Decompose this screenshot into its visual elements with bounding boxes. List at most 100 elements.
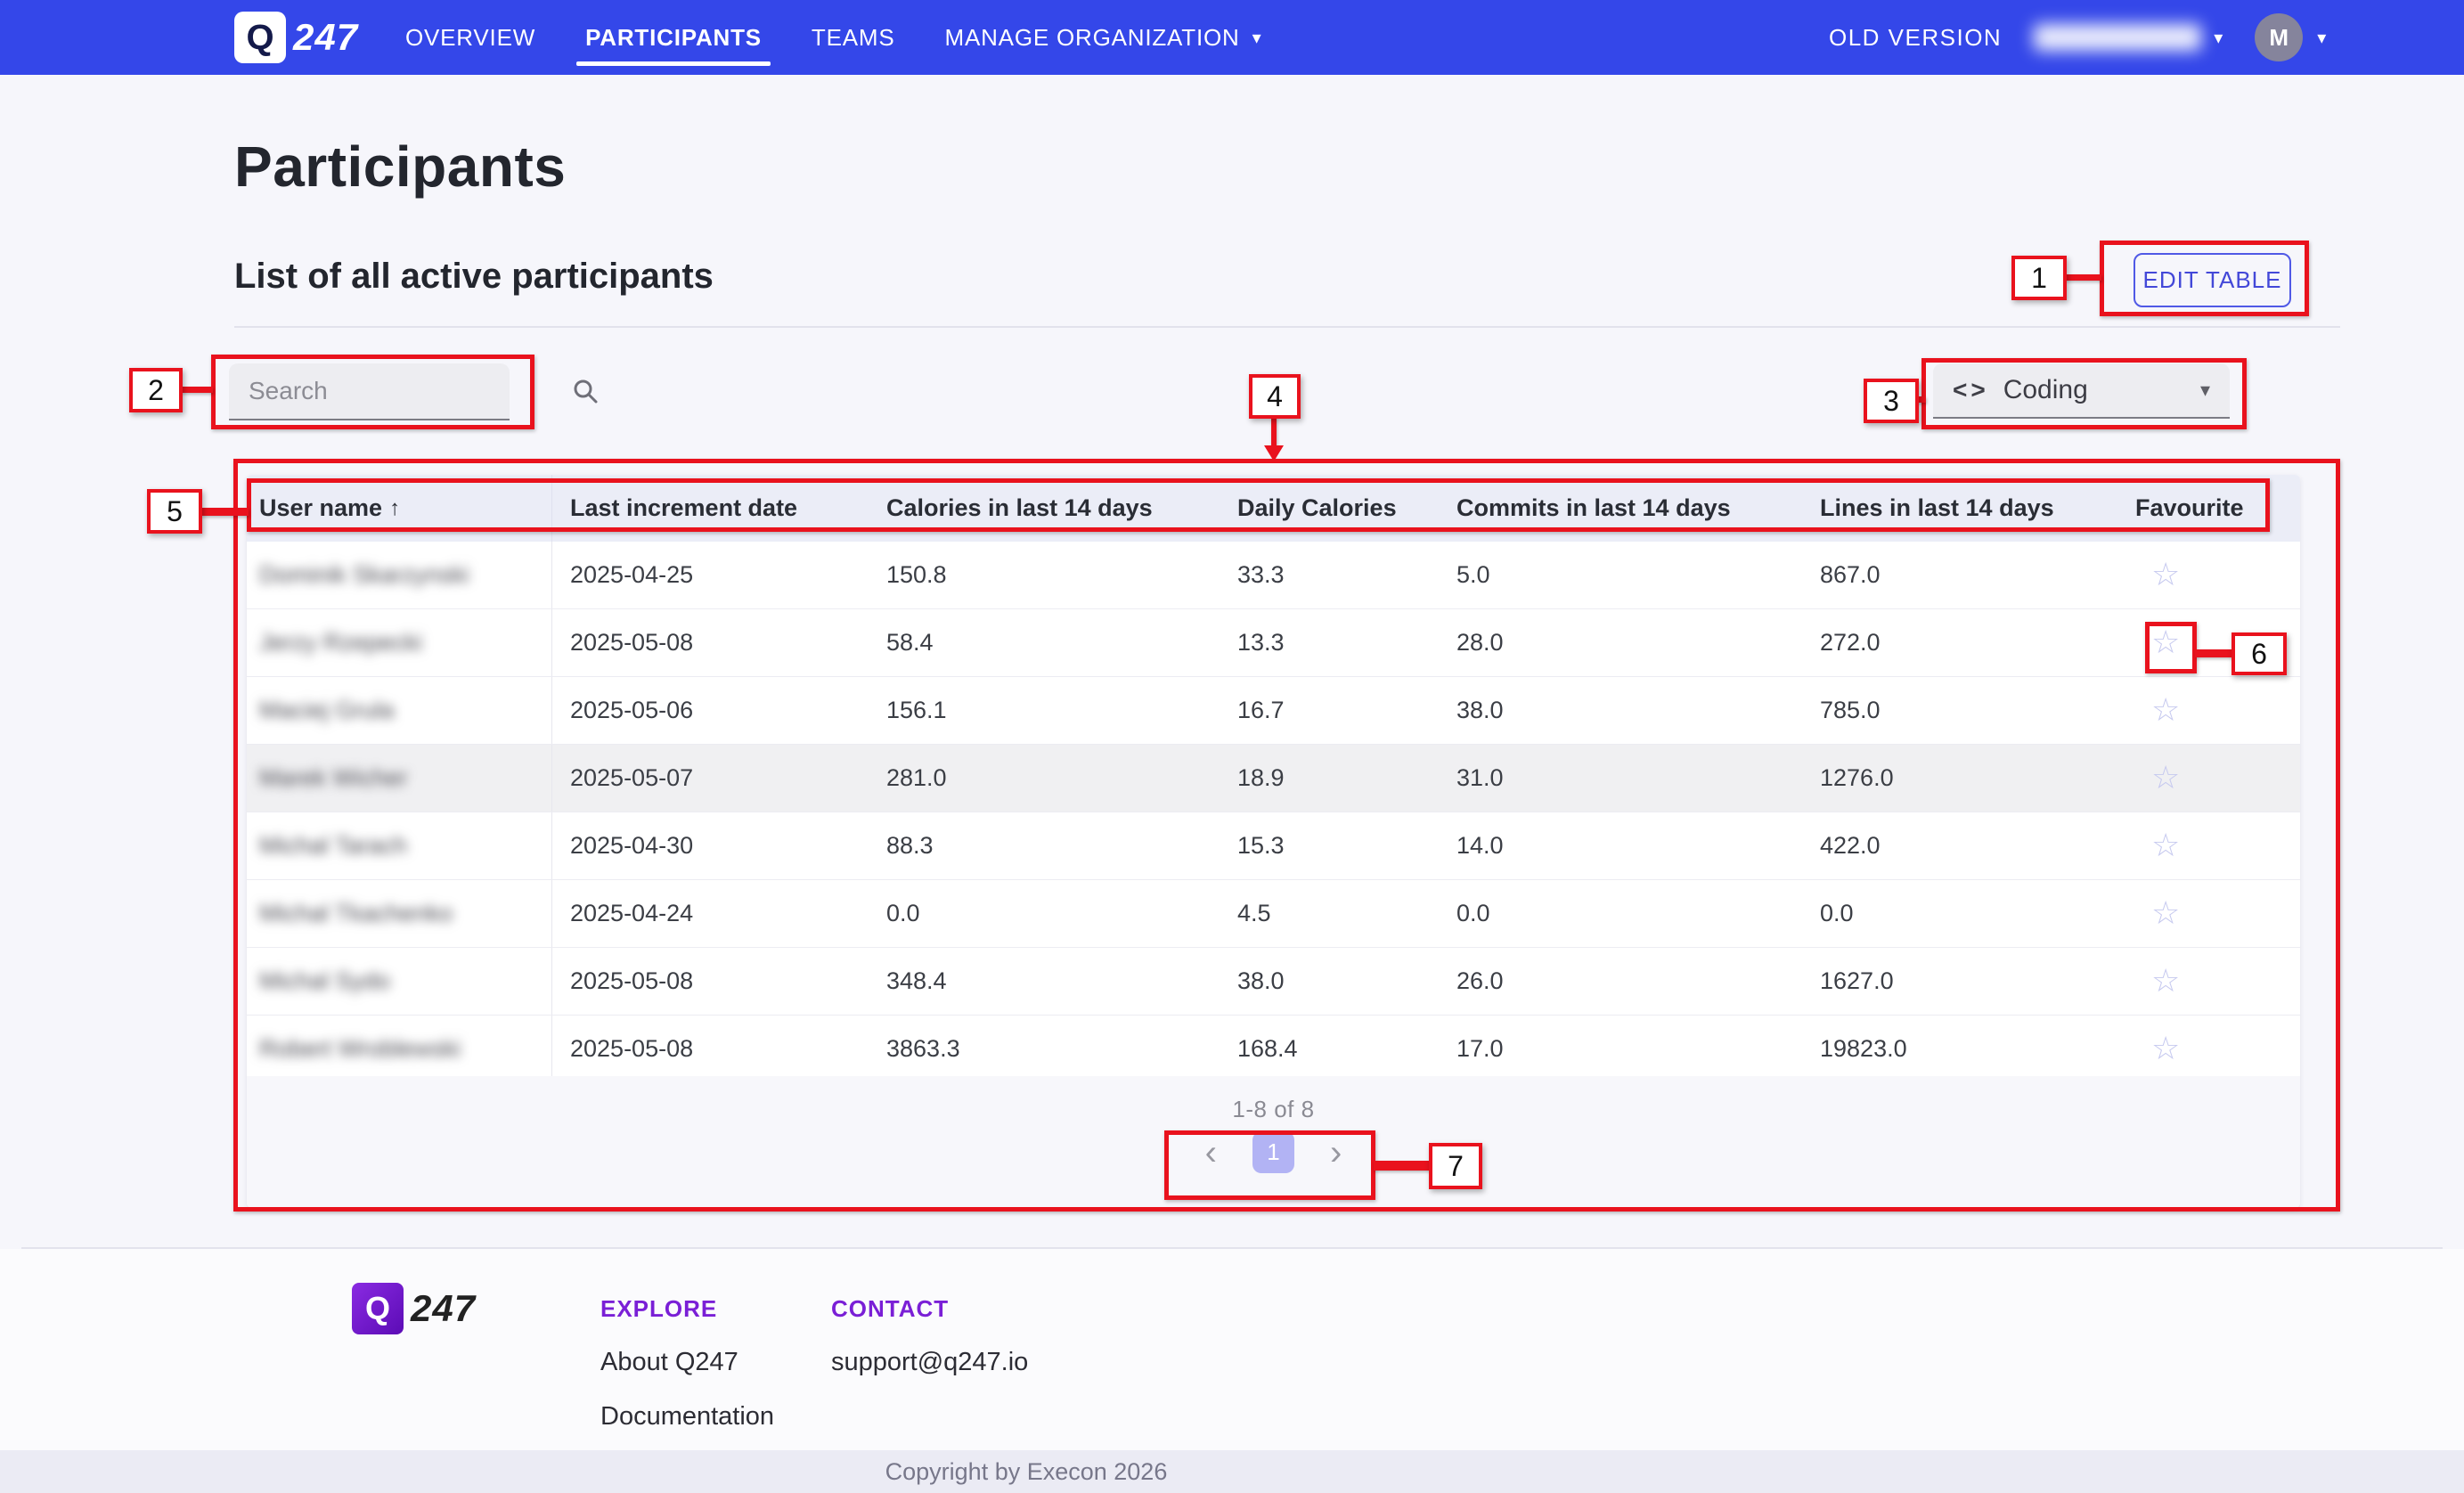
table-row: Michal Tarach 2025-04-30 88.3 15.3 14.0 … [247, 812, 2300, 880]
column-header-daily-calories[interactable]: Daily Calories [1225, 494, 1448, 522]
star-icon[interactable]: ☆ [2151, 626, 2180, 659]
star-icon[interactable]: ☆ [2151, 897, 2180, 930]
participant-name-blurred: Michal Sydo [259, 967, 390, 995]
table-row: Maciej Grula 2025-05-06 156.1 16.7 38.0 … [247, 677, 2300, 745]
annotation-label-4: 4 [1249, 374, 1301, 419]
participant-name-blurred: Marek Wicher [259, 764, 408, 792]
nav-item-teams[interactable]: TEAMS [812, 0, 895, 75]
participant-name-cell: Michal Tkachenko [247, 880, 552, 947]
table-body: Dominik Skarzynski 2025-04-25 150.8 33.3… [247, 542, 2300, 1083]
caret-down-icon: ▾ [2200, 379, 2210, 402]
commits-14d-cell: 14.0 [1448, 832, 1804, 860]
participants-table: User name↑ Last increment date Calories … [247, 475, 2300, 1208]
star-icon[interactable]: ☆ [2151, 694, 2180, 727]
avatar[interactable]: M [2255, 13, 2303, 61]
commits-14d-cell: 38.0 [1448, 697, 1804, 724]
last-increment-date-cell: 2025-04-25 [552, 561, 869, 589]
participant-name-blurred: Michal Tarach [259, 832, 407, 860]
calories-14d-cell: 58.4 [869, 629, 1225, 657]
old-version-link[interactable]: OLD VERSION [1829, 24, 2002, 52]
star-icon[interactable]: ☆ [2151, 1032, 2180, 1065]
daily-calories-cell: 13.3 [1225, 629, 1448, 657]
star-icon[interactable]: ☆ [2151, 762, 2180, 795]
footer-contact-heading: CONTACT [831, 1295, 1028, 1323]
participant-name-cell: Dominik Skarzynski [247, 542, 552, 608]
favourite-cell: ☆ [2125, 762, 2300, 795]
nav-item-label: MANAGE ORGANIZATION [945, 24, 1240, 52]
divider [234, 326, 2340, 328]
section-title: List of all active participants [234, 257, 714, 297]
top-nav: Q 247 OVERVIEW PARTICIPANTS TEAMS MANAGE… [0, 0, 2464, 75]
daily-calories-cell: 16.7 [1225, 697, 1448, 724]
pagination-strip: 1-8 of 8 ‹ 1 › [247, 1076, 2300, 1208]
organization-selector[interactable]: ▾ [2034, 24, 2223, 51]
last-increment-date-cell: 2025-05-08 [552, 1035, 869, 1063]
pagination-range-label: 1-8 of 8 [247, 1096, 2300, 1123]
daily-calories-cell: 33.3 [1225, 561, 1448, 589]
pagination-controls: ‹ 1 › [247, 1131, 2300, 1173]
star-icon[interactable]: ☆ [2151, 829, 2180, 862]
column-header-favourite[interactable]: Favourite [2125, 494, 2300, 522]
participant-name-cell: Jerzy Rzepecki [247, 609, 552, 676]
chevron-right-icon[interactable]: › [1325, 1135, 1347, 1171]
calories-14d-cell: 281.0 [869, 764, 1225, 792]
organization-name-blurred [2034, 24, 2201, 51]
lines-14d-cell: 422.0 [1804, 832, 2125, 860]
column-header-lines-14d[interactable]: Lines in last 14 days [1804, 494, 2125, 522]
participant-name-blurred: Robert Wroblewski [259, 1035, 461, 1063]
column-header-last-increment-date[interactable]: Last increment date [552, 494, 869, 522]
annotation-connector-5 [200, 508, 249, 516]
daily-calories-cell: 38.0 [1225, 967, 1448, 995]
table-row: Marek Wicher 2025-05-07 281.0 18.9 31.0 … [247, 745, 2300, 812]
table-row: Michal Sydo 2025-05-08 348.4 38.0 26.0 1… [247, 948, 2300, 1016]
column-header-user-name[interactable]: User name↑ [247, 475, 552, 542]
q247-logo[interactable]: Q 247 [234, 12, 358, 63]
nav-item-participants[interactable]: PARTICIPANTS [585, 0, 762, 75]
search-field [229, 363, 510, 420]
logo-247-text: 247 [411, 1287, 476, 1330]
annotation-arrowhead-4 [1264, 445, 1284, 461]
copyright-bar: Copyright by Execon 2026 [0, 1450, 2464, 1493]
lines-14d-cell: 272.0 [1804, 629, 2125, 657]
page-1-button[interactable]: 1 [1252, 1131, 1294, 1173]
copyright-text: Copyright by Execon 2026 [223, 1450, 1830, 1493]
last-increment-date-cell: 2025-05-06 [552, 697, 869, 724]
sort-asc-icon: ↑ [389, 496, 400, 521]
table-row: Michal Tkachenko 2025-04-24 0.0 4.5 0.0 … [247, 880, 2300, 948]
user-menu[interactable]: M ▾ [2255, 13, 2326, 61]
participant-name-cell: Michal Sydo [247, 948, 552, 1015]
column-header-calories-14d[interactable]: Calories in last 14 days [869, 494, 1225, 522]
participant-name-blurred: Maciej Grula [259, 697, 395, 724]
footer-link-documentation[interactable]: Documentation [600, 1402, 774, 1432]
search-icon[interactable] [572, 378, 599, 404]
footer-logo[interactable]: Q 247 [352, 1283, 476, 1334]
last-increment-date-cell: 2025-04-30 [552, 832, 869, 860]
edit-table-button[interactable]: EDIT TABLE [2134, 253, 2291, 307]
annotation-label-2: 2 [129, 368, 183, 412]
lines-14d-cell: 1276.0 [1804, 764, 2125, 792]
commits-14d-cell: 17.0 [1448, 1035, 1804, 1063]
star-icon[interactable]: ☆ [2151, 965, 2180, 998]
calories-14d-cell: 3863.3 [869, 1035, 1225, 1063]
nav-item-overview[interactable]: OVERVIEW [405, 0, 535, 75]
star-icon[interactable]: ☆ [2151, 559, 2180, 591]
search-input[interactable] [229, 376, 572, 406]
chevron-left-icon[interactable]: ‹ [1200, 1135, 1222, 1171]
commits-14d-cell: 5.0 [1448, 561, 1804, 589]
column-header-commits-14d[interactable]: Commits in last 14 days [1448, 494, 1804, 522]
footer-link-about[interactable]: About Q247 [600, 1348, 774, 1377]
favourite-cell: ☆ [2125, 559, 2300, 591]
annotation-connector-2 [181, 387, 213, 393]
logo-q-glyph: Q [365, 1290, 390, 1327]
lines-14d-cell: 1627.0 [1804, 967, 2125, 995]
nav-right: OLD VERSION ▾ M ▾ [1829, 0, 2326, 75]
last-increment-date-cell: 2025-05-08 [552, 629, 869, 657]
commits-14d-cell: 0.0 [1448, 900, 1804, 927]
nav-item-manage-organization[interactable]: MANAGE ORGANIZATION▾ [945, 0, 1262, 75]
footer-link-support-email[interactable]: support@q247.io [831, 1348, 1028, 1377]
table-row: Dominik Skarzynski 2025-04-25 150.8 33.3… [247, 542, 2300, 609]
favourite-cell: ☆ [2125, 626, 2300, 659]
calories-14d-cell: 156.1 [869, 697, 1225, 724]
footer: Q 247 EXPLORE About Q247 Documentation C… [0, 1249, 2464, 1450]
activity-filter-select[interactable]: <> Coding ▾ [1933, 363, 2230, 419]
